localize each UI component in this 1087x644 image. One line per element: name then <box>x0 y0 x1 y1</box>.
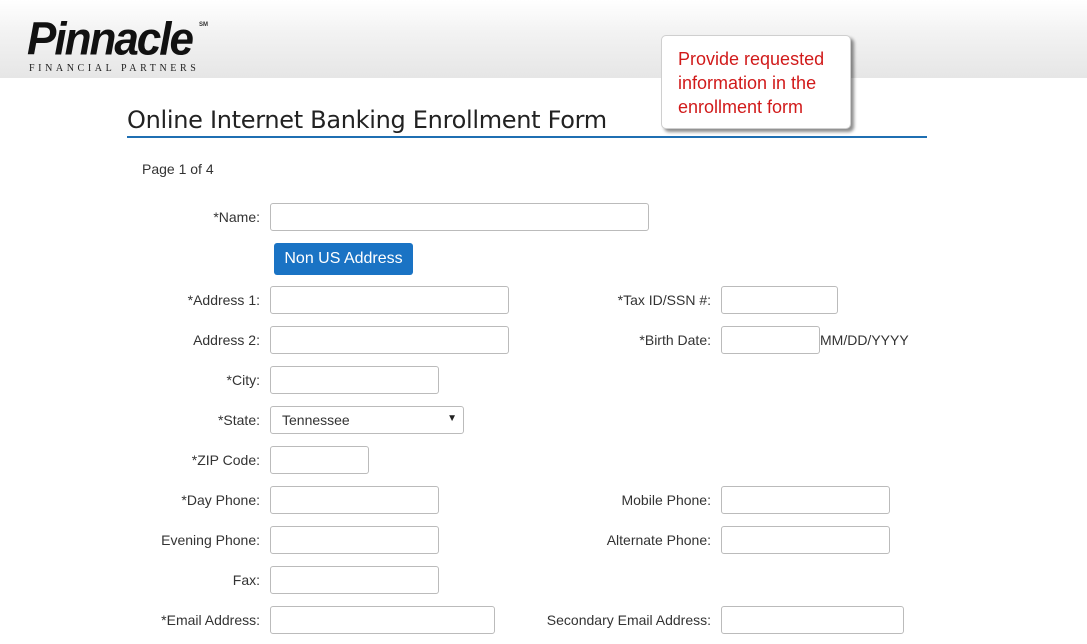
state-label: *State: <box>217 412 260 428</box>
caret-down-icon: ▼ <box>447 413 457 424</box>
birth-date-input[interactable] <box>721 326 820 354</box>
evening-phone-input[interactable] <box>270 526 439 554</box>
state-selected-value: Tennessee <box>282 412 350 428</box>
tax-id-input[interactable] <box>721 286 838 314</box>
city-input[interactable] <box>270 366 439 394</box>
instruction-callout: Provide requested information in the enr… <box>661 35 851 129</box>
secondary-email-input[interactable] <box>721 606 904 634</box>
address1-input[interactable] <box>270 286 509 314</box>
email-label: *Email Address: <box>161 612 260 628</box>
tax-id-label: *Tax ID/SSN #: <box>617 292 711 308</box>
header-bar: Pinnacle SM FINANCIAL PARTNERS <box>0 0 1087 78</box>
email-input[interactable] <box>270 606 495 634</box>
title-divider <box>127 136 927 138</box>
service-mark: SM <box>199 22 208 28</box>
birth-date-format-hint: MM/DD/YYYY <box>820 332 909 348</box>
address2-input[interactable] <box>270 326 509 354</box>
name-label: *Name: <box>213 209 260 225</box>
address2-label: Address 2: <box>193 332 260 348</box>
page-title: Online Internet Banking Enrollment Form <box>127 106 607 134</box>
fax-input[interactable] <box>270 566 439 594</box>
state-select[interactable]: Tennessee ▼ <box>270 406 464 434</box>
name-input[interactable] <box>270 203 649 231</box>
page-indicator: Page 1 of 4 <box>142 161 214 177</box>
zip-label: *ZIP Code: <box>191 452 260 468</box>
zip-input[interactable] <box>270 446 369 474</box>
mobile-phone-input[interactable] <box>721 486 890 514</box>
alternate-phone-label: Alternate Phone: <box>606 532 711 548</box>
address1-label: *Address 1: <box>187 292 260 308</box>
fax-label: Fax: <box>232 572 260 588</box>
evening-phone-label: Evening Phone: <box>161 532 260 548</box>
logo-wordmark: Pinnacle <box>27 13 194 66</box>
city-label: *City: <box>226 372 260 388</box>
birth-date-label: *Birth Date: <box>639 332 711 348</box>
day-phone-label: *Day Phone: <box>181 492 260 508</box>
alternate-phone-input[interactable] <box>721 526 890 554</box>
day-phone-input[interactable] <box>270 486 439 514</box>
secondary-email-label: Secondary Email Address: <box>546 612 711 628</box>
mobile-phone-label: Mobile Phone: <box>621 492 711 508</box>
pinnacle-logo[interactable]: Pinnacle SM FINANCIAL PARTNERS <box>27 13 208 74</box>
non-us-address-button[interactable]: Non US Address <box>274 243 413 275</box>
